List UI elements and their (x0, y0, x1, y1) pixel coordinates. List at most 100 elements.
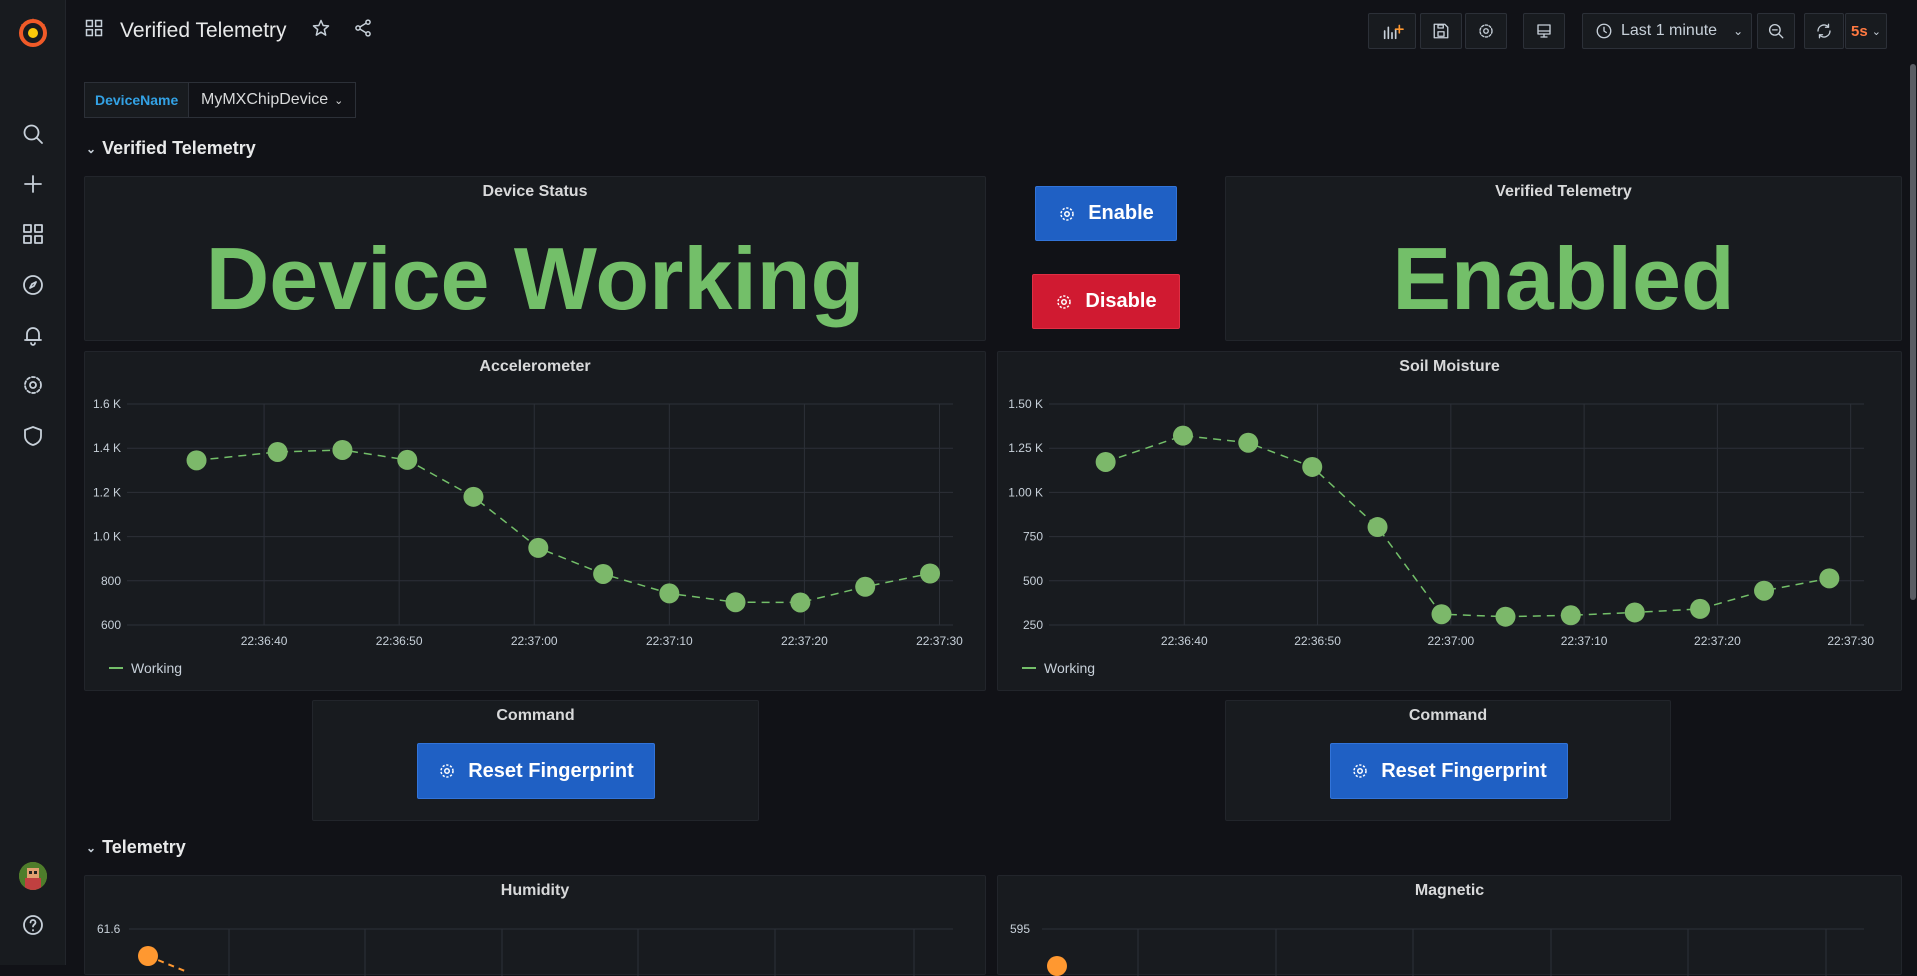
y-tick-label: 500 (1023, 574, 1043, 588)
x-tick-label: 22:37:10 (646, 634, 693, 648)
grafana-logo-icon[interactable] (15, 14, 51, 50)
x-tick-label: 22:37:30 (1827, 634, 1874, 648)
refresh-interval-picker[interactable]: 5s ⌄ (1845, 13, 1887, 49)
row-title: Verified Telemetry (102, 138, 256, 158)
star-icon[interactable] (311, 18, 331, 43)
data-point (920, 563, 941, 584)
zoom-out-button[interactable] (1757, 13, 1795, 49)
data-point (1624, 602, 1645, 623)
enable-button-label: Enable (1088, 202, 1154, 224)
zoom-out-icon (1768, 23, 1784, 39)
reset-fingerprint-label: Reset Fingerprint (1381, 759, 1547, 782)
row-telemetry[interactable]: ⌄ Telemetry (86, 837, 186, 858)
tv-mode-button[interactable] (1523, 13, 1565, 49)
reset-fingerprint-label: Reset Fingerprint (468, 759, 634, 782)
configuration-gear-icon[interactable] (19, 371, 47, 399)
page-scrollbar[interactable] (1909, 64, 1917, 604)
humidity-chart: 61.6 (97, 922, 953, 976)
device-name-select[interactable]: MyMXChipDevice ⌄ (188, 82, 357, 118)
dashboard-grid-icon[interactable] (84, 18, 104, 43)
panel-title[interactable]: Verified Telemetry (1226, 183, 1901, 201)
data-point (1690, 598, 1711, 619)
panel-title[interactable]: Device Status (85, 183, 985, 201)
gear-icon (1353, 764, 1367, 778)
data-point (1367, 517, 1388, 538)
data-point (1238, 432, 1259, 453)
variable-label: DeviceName (84, 82, 190, 118)
chevron-down-icon: ⌄ (1733, 24, 1744, 38)
time-picker-label: Last 1 minute (1621, 22, 1718, 39)
clock-icon (1596, 23, 1612, 39)
series-line (196, 449, 931, 604)
verified-telemetry-panel: Verified Telemetry Enabled (1225, 176, 1902, 341)
chart-legend[interactable]: Working (1022, 660, 1095, 676)
x-tick-label: 22:37:00 (511, 634, 558, 648)
dashboard-title-group: Verified Telemetry (84, 18, 373, 43)
y-tick-label: 1.6 K (93, 397, 121, 411)
x-tick-label: 22:36:40 (1161, 634, 1208, 648)
chevron-down-icon: ⌄ (334, 94, 344, 107)
data-point (463, 486, 484, 507)
dashboard-settings-button[interactable] (1465, 13, 1507, 49)
search-icon[interactable] (19, 120, 47, 148)
accelerometer-panel: Accelerometer 1.6 K 1.4 K 1.2 K 1.0 K 800 600… (84, 351, 986, 691)
row-verified-telemetry[interactable]: ⌄ Verified Telemetry (86, 138, 256, 159)
data-point (1819, 568, 1840, 589)
disable-button[interactable]: Disable (1032, 274, 1180, 329)
device-status-value: Device Working (205, 229, 865, 328)
user-avatar[interactable] (19, 862, 47, 890)
scrollbar-thumb[interactable] (1910, 64, 1916, 600)
data-point (138, 946, 158, 966)
data-point (725, 592, 746, 613)
share-icon[interactable] (353, 18, 373, 43)
data-point (593, 563, 614, 584)
y-tick-label: 1.4 K (93, 441, 121, 455)
reset-fingerprint-button[interactable]: Reset Fingerprint (1330, 743, 1568, 799)
series-line (1105, 434, 1830, 618)
data-point (1495, 606, 1516, 627)
plus-icon[interactable] (19, 170, 47, 198)
time-picker-button[interactable]: Last 1 minute ⌄ (1582, 13, 1752, 49)
dashboard-navbar: Verified Telemetry Last 1 minute ⌄ 5s ⌄ (66, 0, 1917, 64)
refresh-button[interactable] (1804, 13, 1844, 49)
chevron-down-icon: ⌄ (86, 141, 97, 156)
gear-icon (1479, 24, 1493, 38)
y-tick-label: 595 (1010, 922, 1030, 936)
enable-button[interactable]: Enable (1035, 186, 1177, 241)
legend-label: Working (1044, 660, 1096, 676)
x-tick-label: 22:36:50 (376, 634, 423, 648)
refresh-icon (1817, 23, 1831, 39)
x-tick-label: 22:37:00 (1427, 634, 1474, 648)
add-panel-button[interactable] (1368, 13, 1416, 49)
server-admin-shield-icon[interactable] (19, 422, 47, 450)
chart-legend[interactable]: Working (109, 660, 182, 676)
command-panel-left: Command Reset Fingerprint (312, 700, 759, 821)
help-icon[interactable] (19, 911, 47, 939)
alerting-bell-icon[interactable] (19, 321, 47, 349)
chevron-down-icon: ⌄ (1871, 25, 1881, 38)
panel-title[interactable]: Command (313, 707, 758, 725)
data-point (790, 592, 811, 613)
row-title: Telemetry (102, 837, 186, 857)
dashboards-icon[interactable] (19, 220, 47, 248)
panel-title[interactable]: Command (1226, 707, 1670, 725)
sidebar (0, 0, 66, 965)
y-tick-label: 61.6 (97, 922, 121, 936)
gear-icon (1057, 294, 1072, 309)
x-tick-label: 22:37:10 (1561, 634, 1608, 648)
verified-telemetry-value: Enabled (1392, 229, 1735, 328)
data-point (1047, 956, 1067, 976)
gear-icon (440, 764, 454, 778)
data-point (659, 583, 680, 604)
soil-moisture-panel: Soil Moisture 1.50 K 1.25 K 1.00 K 750 500 25… (997, 351, 1902, 691)
x-tick-label: 22:36:50 (1294, 634, 1341, 648)
legend-swatch (1022, 667, 1036, 669)
command-panel-right: Command Reset Fingerprint (1225, 700, 1671, 821)
data-point (1431, 604, 1452, 625)
dashboard-title[interactable]: Verified Telemetry (120, 19, 287, 43)
save-dashboard-button[interactable] (1420, 13, 1462, 49)
data-point (1560, 605, 1581, 626)
explore-compass-icon[interactable] (19, 271, 47, 299)
y-tick-label: 800 (101, 574, 121, 588)
reset-fingerprint-button[interactable]: Reset Fingerprint (417, 743, 655, 799)
